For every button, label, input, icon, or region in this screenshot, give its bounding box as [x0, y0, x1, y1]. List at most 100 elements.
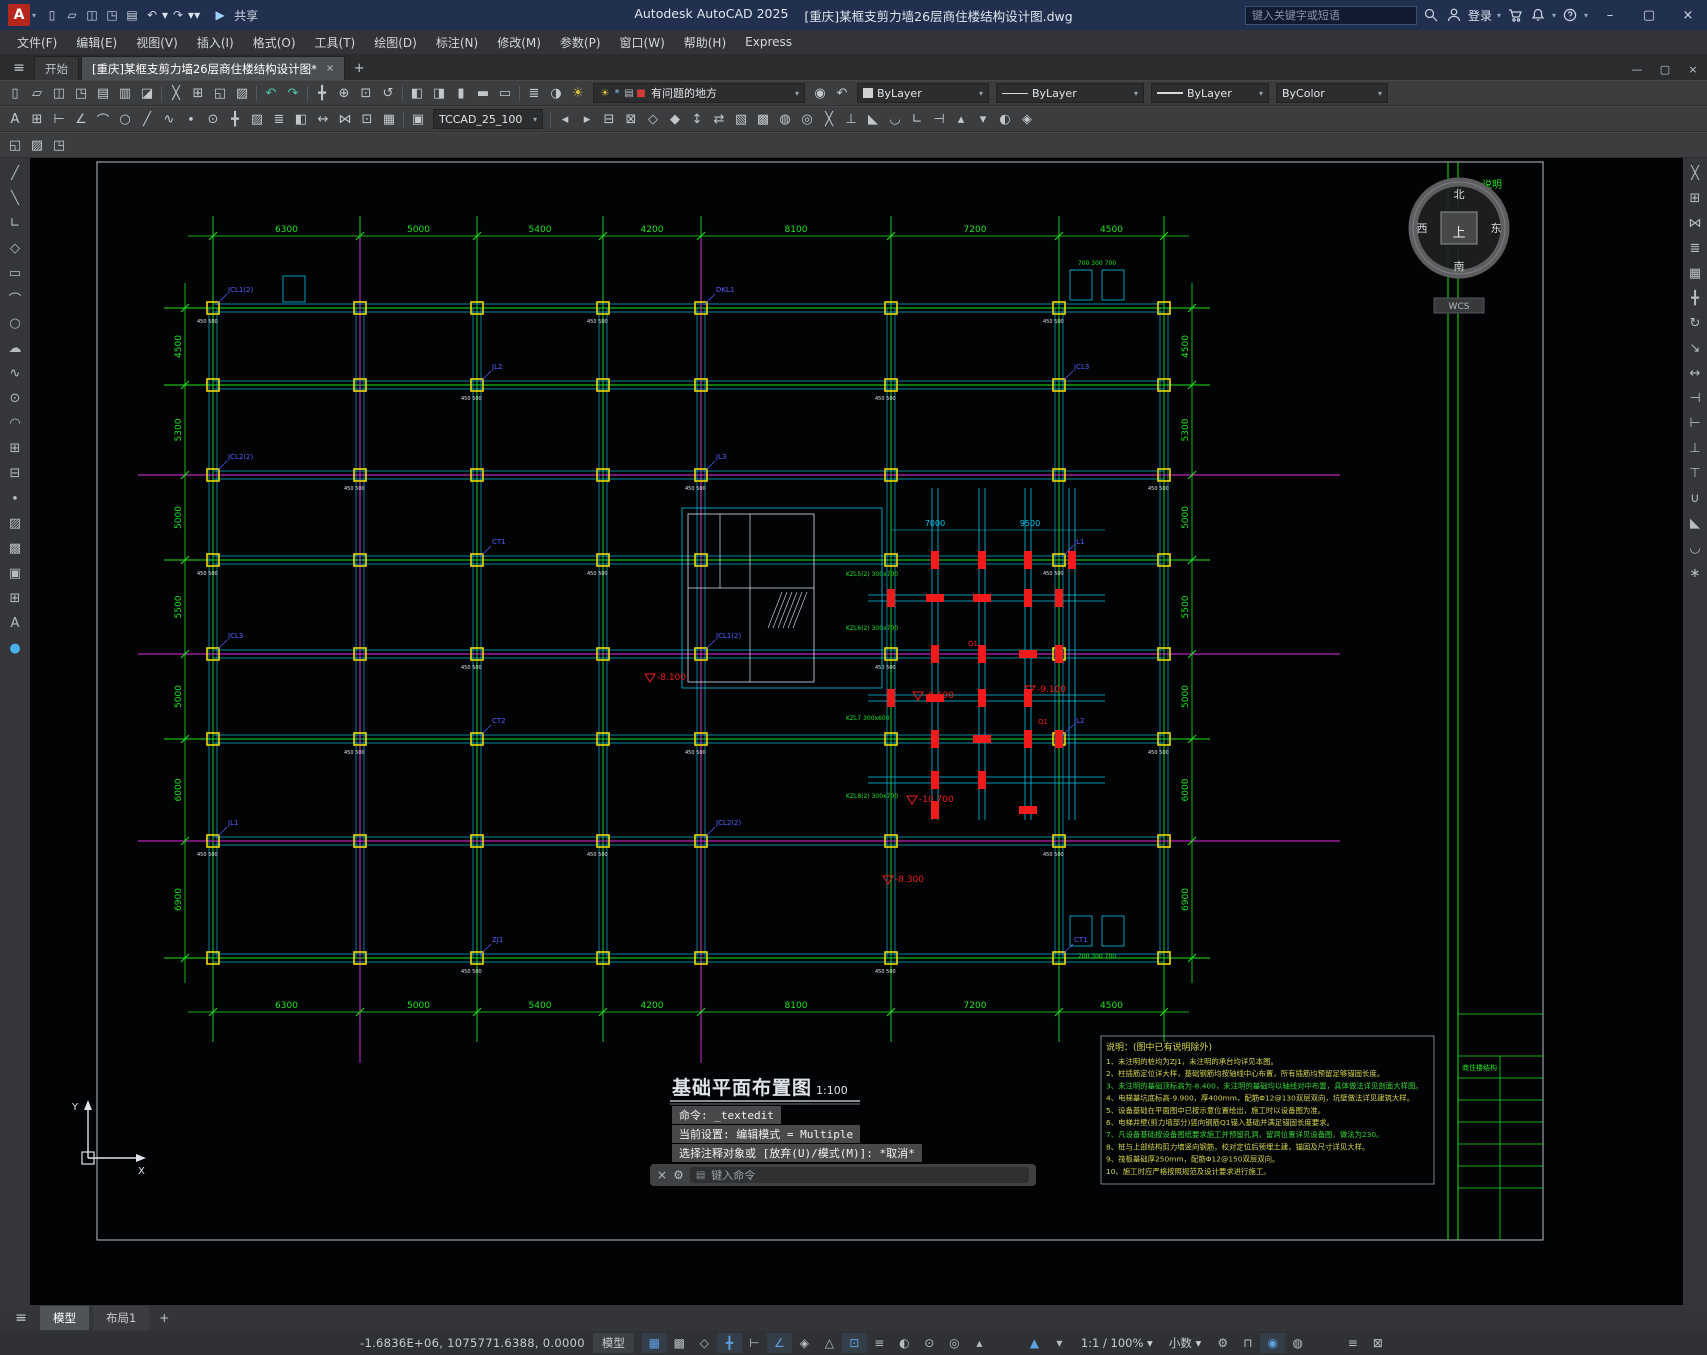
osnap-toggle[interactable]: ⊡ — [841, 1333, 867, 1353]
window-select-icon[interactable]: ⊡ — [356, 109, 378, 129]
break-icon[interactable]: ⊥ — [840, 109, 862, 129]
offset-tool-icon[interactable]: ≣ — [1684, 236, 1706, 261]
new-layout-button[interactable]: + — [153, 1308, 175, 1328]
undo-icon[interactable]: ↶ — [142, 5, 162, 25]
region-tool-icon[interactable]: ▣ — [2, 561, 28, 586]
color-swatch-icon[interactable]: ● — [2, 636, 28, 661]
scale-tool-icon[interactable]: ↘ — [1684, 336, 1706, 361]
search-input[interactable] — [1244, 5, 1417, 25]
lineweight-toggle[interactable]: ≡ — [867, 1333, 892, 1353]
xline-tool-icon[interactable]: ╲ — [2, 186, 28, 211]
graphics-performance-icon[interactable]: ◉ — [1260, 1333, 1286, 1353]
help-icon[interactable] — [1561, 6, 1579, 24]
transparency-toggle[interactable]: ◐ — [892, 1333, 917, 1353]
region-icon[interactable]: ◍ — [774, 109, 796, 129]
circle-tool-icon[interactable]: ○ — [2, 311, 28, 336]
list-icon[interactable]: ≣ — [268, 109, 290, 129]
menu-modify[interactable]: 修改(M) — [488, 31, 550, 54]
open-icon[interactable]: ▱ — [62, 5, 82, 25]
hatch-tool-icon[interactable]: ▨ — [26, 135, 48, 155]
doc-close-button[interactable]: × — [1679, 58, 1707, 80]
point-tool-icon[interactable]: ∙ — [2, 486, 28, 511]
grid-tool-icon[interactable]: ▦ — [378, 109, 400, 129]
spline-tool-icon[interactable]: ∿ — [2, 361, 28, 386]
mtext-tool-icon[interactable]: A — [2, 611, 28, 636]
constraint-icon[interactable]: ⊣ — [928, 109, 950, 129]
angle-icon[interactable]: ∟ — [906, 109, 928, 129]
xref-icon[interactable]: ⊠ — [620, 109, 642, 129]
break-tool-icon[interactable]: ⊤ — [1684, 461, 1706, 486]
paste-icon[interactable]: ◱ — [209, 83, 231, 103]
stretch-v-icon[interactable]: ↕ — [686, 109, 708, 129]
login-label[interactable]: 登录 — [1468, 7, 1492, 24]
drawing-canvas[interactable]: 商住楼结构 6300 5000 5400 4200 8100 7200 4500 6300 500… — [30, 158, 1683, 1305]
annotation-monitor-toggle[interactable]: ▴ — [967, 1333, 992, 1353]
chamfer-tool-icon[interactable]: ◣ — [1684, 511, 1706, 536]
user-icon[interactable] — [1445, 6, 1463, 24]
dim-style-icon[interactable]: ◂ — [554, 109, 576, 129]
mirror-icon[interactable]: ⋈ — [334, 109, 356, 129]
isolate-objects-icon[interactable]: ◍ — [1285, 1333, 1310, 1353]
mtext-icon[interactable]: A — [4, 109, 26, 129]
rotate-tool-icon[interactable]: ↻ — [1684, 311, 1706, 336]
measure-icon[interactable]: ◇ — [642, 109, 664, 129]
chevron-down-icon[interactable]: ▾ — [1552, 11, 1556, 20]
selection-cycling-toggle[interactable]: ⊙ — [917, 1333, 942, 1353]
gradient-icon[interactable]: ▩ — [752, 109, 774, 129]
save-icon[interactable]: ◫ — [48, 83, 70, 103]
layer-properties-icon[interactable]: ≣ — [523, 83, 545, 103]
osnap-3d-toggle[interactable]: ◎ — [942, 1333, 967, 1353]
menu-help[interactable]: 帮助(H) — [675, 31, 735, 54]
fillet-icon[interactable]: ◡ — [884, 109, 906, 129]
polygon-tool-icon[interactable]: ◇ — [2, 236, 28, 261]
plot-icon[interactable]: ▤ — [92, 83, 114, 103]
annotation-lock-icon[interactable]: ⊓ — [1235, 1333, 1260, 1353]
sheet-set-icon[interactable]: ▬ — [472, 83, 494, 103]
chamfer-icon[interactable]: ◣ — [862, 109, 884, 129]
lineweight-dropdown[interactable]: ByLayer ▾ — [1151, 83, 1269, 103]
tab-model[interactable]: 模型 — [40, 1306, 89, 1330]
doc-minimize-button[interactable]: — — [1623, 58, 1651, 80]
text-style-icon[interactable]: ▸ — [576, 109, 598, 129]
arc-icon[interactable]: ⌒ — [92, 109, 114, 129]
spline-icon[interactable]: ∿ — [158, 109, 180, 129]
stretch-h-icon[interactable]: ↔ — [312, 109, 334, 129]
menu-dimension[interactable]: 标注(N) — [427, 31, 487, 54]
units-button[interactable]: 小数 ▾ — [1162, 1335, 1208, 1351]
move-icon[interactable]: ╋ — [224, 109, 246, 129]
lower-icon[interactable]: ▾ — [972, 109, 994, 129]
grid-toggle[interactable]: ▦ — [641, 1333, 667, 1353]
menu-insert[interactable]: 插入(I) — [188, 31, 243, 54]
cut-icon[interactable]: ╳ — [165, 83, 187, 103]
minimize-button[interactable]: – — [1593, 0, 1627, 30]
qnew-icon[interactable]: ▯ — [42, 5, 62, 25]
donut-icon[interactable]: ⊙ — [202, 109, 224, 129]
hatch-edit-icon[interactable]: ▧ — [730, 109, 752, 129]
ellipse-arc-tool-icon[interactable]: ◠ — [2, 411, 28, 436]
tab-layout1[interactable]: 布局1 — [93, 1306, 150, 1330]
trim-tool-icon[interactable]: ⊣ — [1684, 386, 1706, 411]
swap-icon[interactable]: ⇄ — [708, 109, 730, 129]
otrack-toggle[interactable]: △ — [817, 1333, 842, 1353]
clipboard-icon[interactable]: ◳ — [48, 135, 70, 155]
line-icon[interactable]: ╱ — [136, 109, 158, 129]
saveas-icon[interactable]: ◳ — [102, 5, 122, 25]
share-button[interactable]: ▶ 共享 — [202, 5, 266, 25]
redo-icon[interactable]: ↷ — [282, 83, 304, 103]
close-button[interactable]: × — [1671, 0, 1705, 30]
text-style-dropdown[interactable]: TCCAD_25_100 ▾ — [433, 109, 543, 129]
circle-icon[interactable]: ○ — [114, 109, 136, 129]
arc-tool-icon[interactable]: ⌒ — [2, 286, 28, 311]
block-editor-icon[interactable]: ⊟ — [598, 109, 620, 129]
paste-options-icon[interactable]: ◱ — [4, 135, 26, 155]
fillet-tool-icon[interactable]: ◡ — [1684, 536, 1706, 561]
tool-palettes-icon[interactable]: ▮ — [450, 83, 472, 103]
explode-tool-icon[interactable]: ∗ — [1684, 561, 1706, 586]
menu-file[interactable]: 文件(F) — [8, 31, 66, 54]
isodraft-toggle[interactable]: ◈ — [792, 1333, 817, 1353]
zoom-previous-icon[interactable]: ↺ — [377, 83, 399, 103]
boundary-icon[interactable]: ◎ — [796, 109, 818, 129]
layer-states-icon[interactable]: ◑ — [545, 83, 567, 103]
copy-tool-icon[interactable]: ⊞ — [1684, 186, 1706, 211]
table-icon[interactable]: ⊞ — [26, 109, 48, 129]
